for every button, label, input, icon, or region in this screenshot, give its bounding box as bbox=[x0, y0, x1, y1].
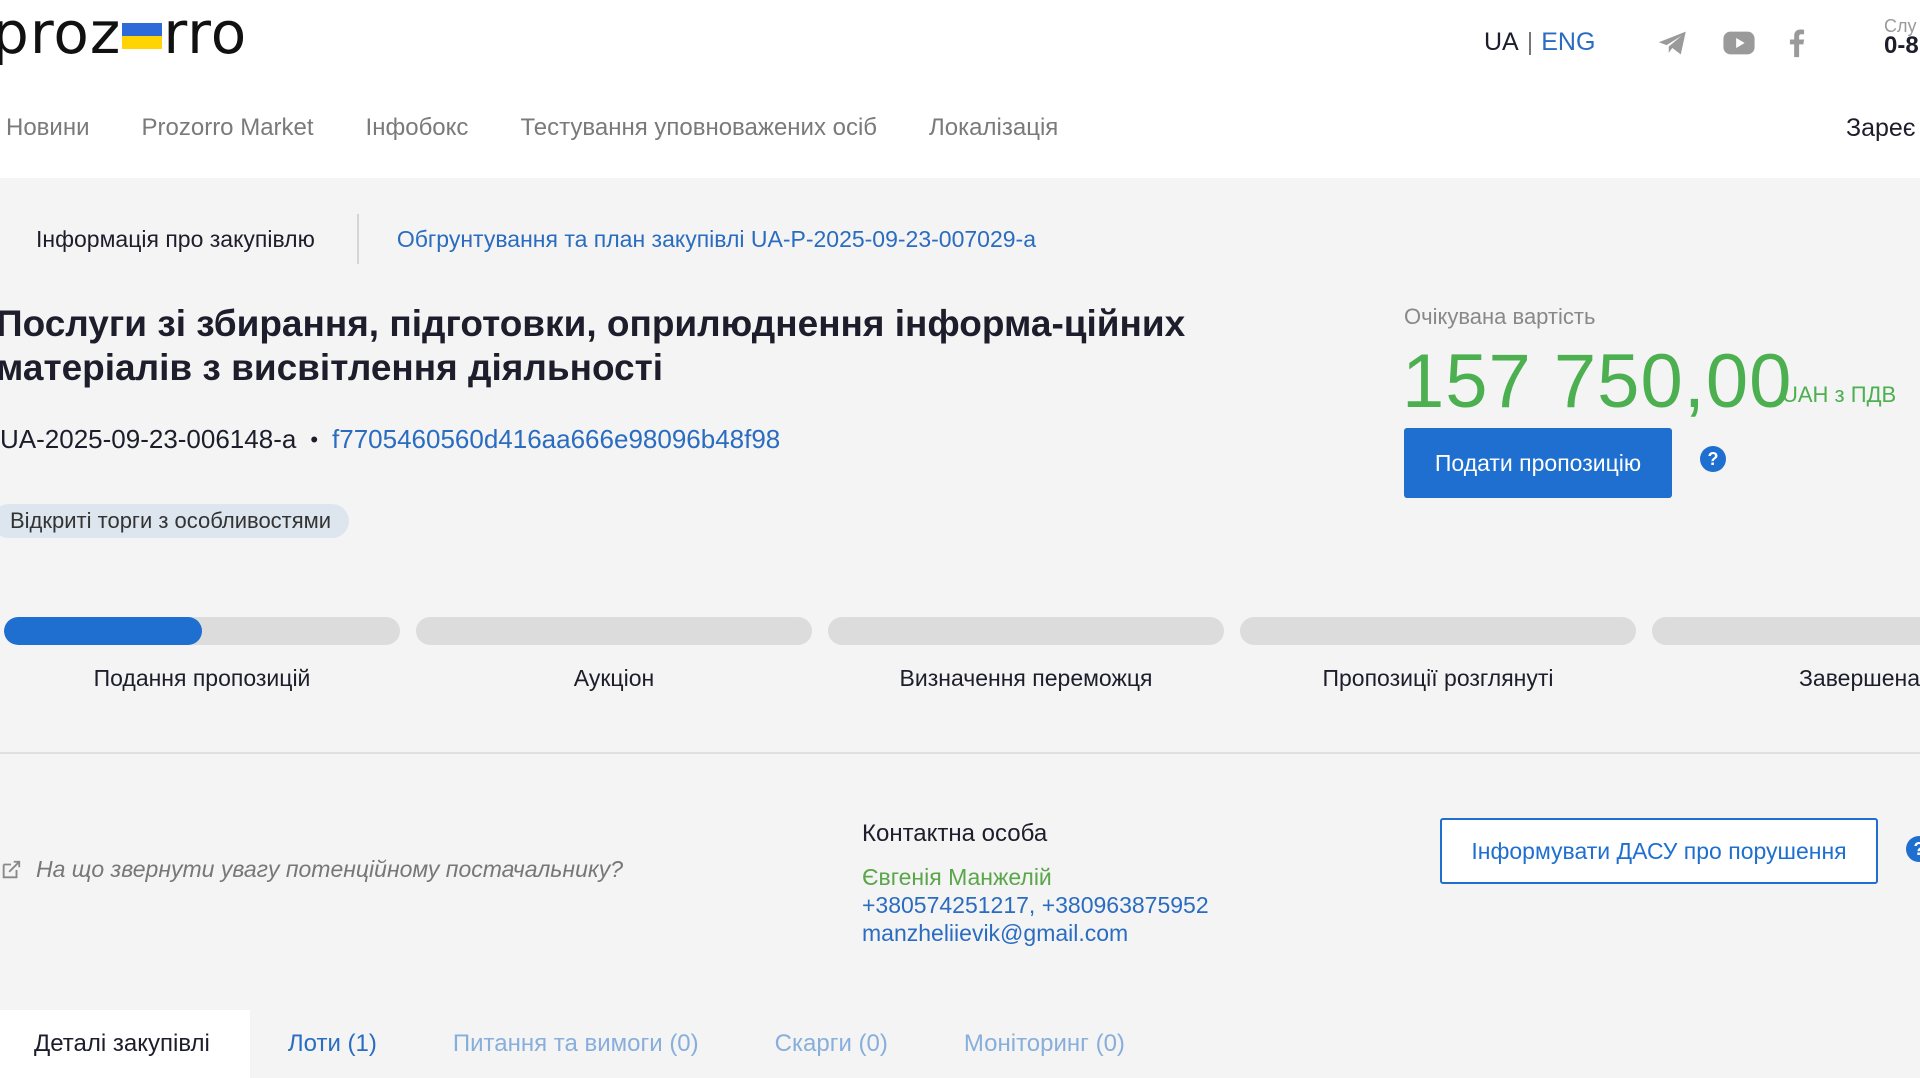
tender-hash-link[interactable]: f7705460560d416aa666e98096b48f98 bbox=[332, 424, 780, 455]
dasu-help-icon[interactable]: ? bbox=[1906, 836, 1920, 862]
tab-details[interactable]: Деталі закупівлі bbox=[0, 1010, 250, 1078]
expected-value-unit: UAH з ПДВ bbox=[1782, 382, 1897, 407]
subtab-plan-link[interactable]: Обгрунтування та план закупівлі UA-P-202… bbox=[397, 226, 1036, 253]
nav-prozorro-market[interactable]: Prozorro Market bbox=[142, 114, 314, 142]
language-switcher: UA | ENG bbox=[1484, 28, 1595, 57]
prozorro-logo[interactable]: proz rro bbox=[0, 0, 247, 66]
stage-progress-bar bbox=[4, 617, 400, 645]
ukraine-flag-icon bbox=[122, 23, 163, 49]
stage-progress-bar bbox=[1652, 617, 1920, 645]
contact-email[interactable]: manzheliievik@gmail.com bbox=[862, 920, 1128, 947]
main-nav: Новини Prozorro Market Інфобокс Тестуван… bbox=[6, 114, 1058, 142]
stage-reviewed: Пропозиції розглянуті bbox=[1240, 617, 1636, 692]
tab-lots[interactable]: Лоти (1) bbox=[250, 1010, 415, 1078]
logo-text-right: rro bbox=[163, 0, 248, 67]
expected-value-label: Очікувана вартість bbox=[1404, 304, 1596, 329]
submit-proposal-button[interactable]: Подати пропозицію bbox=[1404, 428, 1672, 498]
subtab-divider bbox=[356, 214, 359, 264]
stage-progress-fill bbox=[4, 617, 202, 645]
tender-title: Послуги зі збирання, підготовки, оприлюд… bbox=[0, 303, 1186, 388]
contact-phones[interactable]: +380574251217, +380963875952 bbox=[862, 892, 1209, 919]
logo-text-left: proz bbox=[0, 0, 122, 67]
tender-subtabs: Інформація про закупівлю Обгрунтування т… bbox=[36, 214, 1036, 264]
youtube-icon[interactable] bbox=[1722, 26, 1756, 60]
tender-id: UA-2025-09-23-006148-a bbox=[0, 424, 297, 454]
lang-separator: | bbox=[1526, 28, 1534, 56]
submit-help-icon[interactable]: ? bbox=[1700, 446, 1726, 472]
stage-completed: Завершена bbox=[1652, 617, 1920, 692]
section-divider bbox=[0, 752, 1920, 754]
contact-person-title: Контактна особа bbox=[862, 820, 1048, 847]
tender-tabs: Деталі закупівлі Лоти (1) Питання та вим… bbox=[0, 1010, 1163, 1078]
stage-label: Аукціон bbox=[573, 665, 655, 691]
id-separator: • bbox=[310, 426, 319, 452]
subtab-tender-info[interactable]: Інформація про закупівлю bbox=[36, 226, 315, 253]
tab-complaints[interactable]: Скарги (0) bbox=[737, 1010, 926, 1078]
telegram-icon[interactable] bbox=[1656, 26, 1690, 60]
supplier-hint-text: На що звернути увагу потенційному постач… bbox=[36, 856, 624, 882]
nav-localization[interactable]: Локалізація bbox=[929, 114, 1058, 142]
tender-page: Інформація про закупівлю Обгрунтування т… bbox=[0, 178, 1920, 1078]
stage-progress-bar bbox=[828, 617, 1224, 645]
stage-label: Завершена bbox=[1799, 665, 1920, 691]
nav-testing[interactable]: Тестування уповноважених осіб bbox=[520, 114, 877, 142]
hotline: Слу 0-8 bbox=[1884, 16, 1919, 58]
stage-progress-bar bbox=[1240, 617, 1636, 645]
stage-label: Пропозиції розглянуті bbox=[1322, 665, 1554, 691]
nav-news[interactable]: Новини bbox=[6, 114, 90, 142]
supplier-hint-link[interactable]: На що звернути увагу потенційному постач… bbox=[0, 856, 623, 883]
stage-auction: Аукціон bbox=[416, 617, 812, 692]
tender-ids: UA-2025-09-23-006148-a • f7705460560d416… bbox=[0, 424, 780, 455]
stage-winner: Визначення переможця bbox=[828, 617, 1224, 692]
site-header: proz rro UA | ENG Слу 0-8 Новини Prozorro M… bbox=[0, 0, 1920, 178]
procedure-badge: Відкриті торги з особливостями bbox=[0, 504, 350, 538]
report-dasu-button[interactable]: Інформувати ДАСУ про порушення bbox=[1440, 818, 1878, 884]
stage-progress-bar bbox=[416, 617, 812, 645]
external-link-icon bbox=[2, 860, 21, 878]
tab-questions[interactable]: Питання та вимоги (0) bbox=[415, 1010, 737, 1078]
lang-ua[interactable]: UA bbox=[1484, 28, 1519, 56]
hotline-number[interactable]: 0-8 bbox=[1884, 34, 1919, 58]
expected-value-amount: 157 750,00 bbox=[1402, 339, 1793, 424]
register-link[interactable]: Зареє bbox=[1846, 114, 1916, 143]
lang-eng[interactable]: ENG bbox=[1541, 28, 1595, 56]
stage-label: Подання пропозицій bbox=[93, 665, 311, 691]
stage-submission: Подання пропозицій bbox=[4, 617, 400, 692]
contact-person-name: Євгенія Манжелій bbox=[862, 864, 1052, 890]
stage-label: Визначення переможця bbox=[899, 665, 1153, 691]
tab-monitoring[interactable]: Моніторинг (0) bbox=[926, 1010, 1163, 1078]
facebook-icon[interactable] bbox=[1780, 26, 1814, 60]
nav-infobox[interactable]: Інфобокс bbox=[366, 114, 469, 142]
